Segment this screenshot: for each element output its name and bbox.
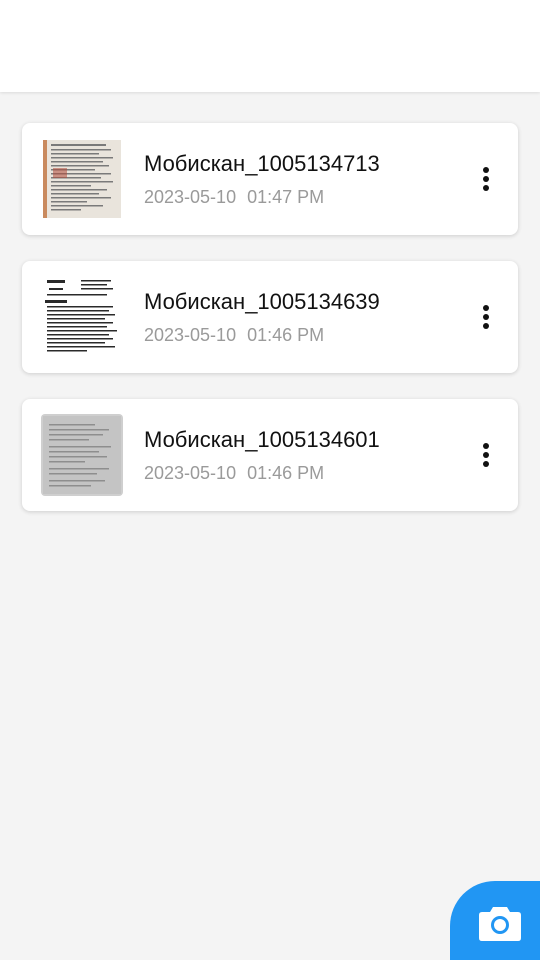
document-time: 01:46 PM (247, 325, 325, 345)
top-app-bar (0, 0, 540, 92)
more-vertical-icon-dot (483, 185, 489, 191)
scanned-page-thumbnail-icon (41, 276, 123, 358)
camera-scan-button[interactable] (450, 881, 540, 960)
more-vertical-icon (483, 443, 489, 449)
document-list: Мобискан_1005134713 2023-05-10 01:47 PM (22, 123, 518, 537)
document-date: 2023-05-10 (144, 463, 237, 483)
more-vertical-icon-dot (483, 461, 489, 467)
document-title: Мобискан_1005134713 (144, 151, 380, 176)
document-time: 01:46 PM (247, 463, 325, 483)
document-thumbnail (41, 138, 123, 220)
document-title: Мобискан_1005134601 (144, 427, 380, 452)
document-date: 2023-05-10 (144, 187, 237, 207)
document-list-item[interactable]: Мобискан_1005134639 2023-05-10 01:46 PM (22, 261, 518, 373)
more-options-button[interactable] (474, 437, 498, 473)
more-vertical-icon-dot (483, 176, 489, 182)
document-thumbnail (41, 276, 123, 358)
scanned-page-thumbnail-icon (41, 414, 123, 496)
document-date: 2023-05-10 (144, 325, 237, 345)
document-list-item[interactable]: Мобискан_1005134713 2023-05-10 01:47 PM (22, 123, 518, 235)
document-list-item[interactable]: Мобискан_1005134601 2023-05-10 01:46 PM (22, 399, 518, 511)
document-thumbnail (41, 414, 123, 496)
document-timestamp: 2023-05-10 01:47 PM (144, 187, 324, 208)
document-title: Мобискан_1005134639 (144, 289, 380, 314)
more-options-button[interactable] (474, 161, 498, 197)
more-vertical-icon-dot (483, 314, 489, 320)
document-time: 01:47 PM (247, 187, 325, 207)
document-timestamp: 2023-05-10 01:46 PM (144, 463, 324, 484)
more-options-button[interactable] (474, 299, 498, 335)
app-screen: Мобискан_1005134713 2023-05-10 01:47 PM (0, 0, 540, 960)
document-timestamp: 2023-05-10 01:46 PM (144, 325, 324, 346)
more-vertical-icon (483, 305, 489, 311)
more-vertical-icon-dot (483, 452, 489, 458)
scanned-page-thumbnail-icon (41, 138, 123, 220)
more-vertical-icon-dot (483, 323, 489, 329)
camera-icon (479, 907, 521, 941)
more-vertical-icon (483, 167, 489, 173)
